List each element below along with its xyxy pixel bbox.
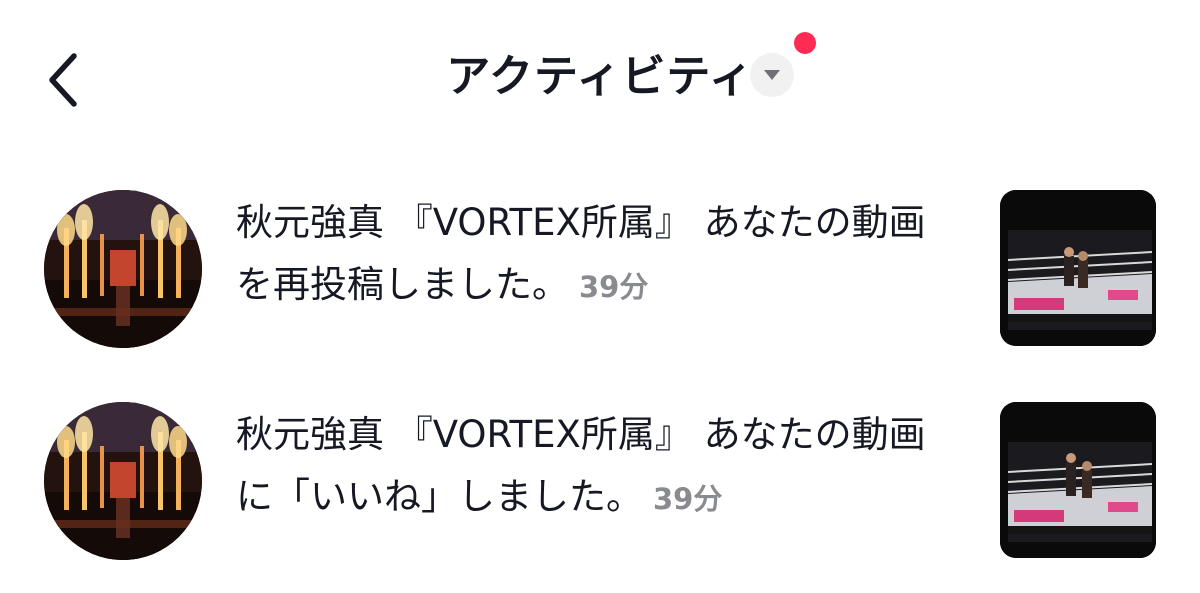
- avatar[interactable]: [44, 402, 202, 560]
- activity-line-1: 秋元強真 『VORTEX所属』 あなたの動画: [236, 192, 976, 254]
- avatar-image: [44, 402, 202, 560]
- title-area: アクティビティ: [0, 44, 1200, 114]
- activity-line-2: を再投稿しました。 39分: [236, 254, 976, 318]
- activity-item-like[interactable]: 秋元強真 『VORTEX所属』 あなたの動画 に「いいね」しました。 39分: [0, 392, 1200, 567]
- header: アクティビティ: [0, 0, 1200, 150]
- activity-line-1: 秋元強真 『VORTEX所属』 あなたの動画: [236, 404, 976, 466]
- video-thumbnail[interactable]: [1000, 190, 1156, 346]
- timestamp: 39分: [653, 482, 723, 516]
- video-thumbnail-image: [1000, 190, 1156, 346]
- page-title: アクティビティ: [446, 51, 754, 102]
- caret-down-icon: [764, 70, 780, 80]
- notification-dot: [794, 32, 816, 54]
- user-name[interactable]: 秋元強真 『VORTEX所属』: [236, 413, 692, 456]
- avatar-image: [44, 190, 202, 348]
- message-text: に「いいね」しました。: [236, 475, 643, 518]
- timestamp: 39分: [579, 270, 649, 304]
- message-suffix: あなたの動画: [691, 413, 926, 456]
- avatar[interactable]: [44, 190, 202, 348]
- video-thumbnail-image: [1000, 402, 1156, 558]
- message-text: を再投稿しました。: [236, 263, 569, 306]
- user-name[interactable]: 秋元強真 『VORTEX所属』: [236, 201, 692, 244]
- activity-filter-dropdown[interactable]: [750, 53, 794, 97]
- activity-line-2: に「いいね」しました。 39分: [236, 466, 976, 530]
- message-suffix: あなたの動画: [691, 201, 926, 244]
- video-thumbnail[interactable]: [1000, 402, 1156, 558]
- activity-text: 秋元強真 『VORTEX所属』 あなたの動画 に「いいね」しました。 39分: [236, 404, 976, 530]
- activity-text: 秋元強真 『VORTEX所属』 あなたの動画 を再投稿しました。 39分: [236, 192, 976, 318]
- activity-item-repost[interactable]: 秋元強真 『VORTEX所属』 あなたの動画 を再投稿しました。 39分: [0, 180, 1200, 355]
